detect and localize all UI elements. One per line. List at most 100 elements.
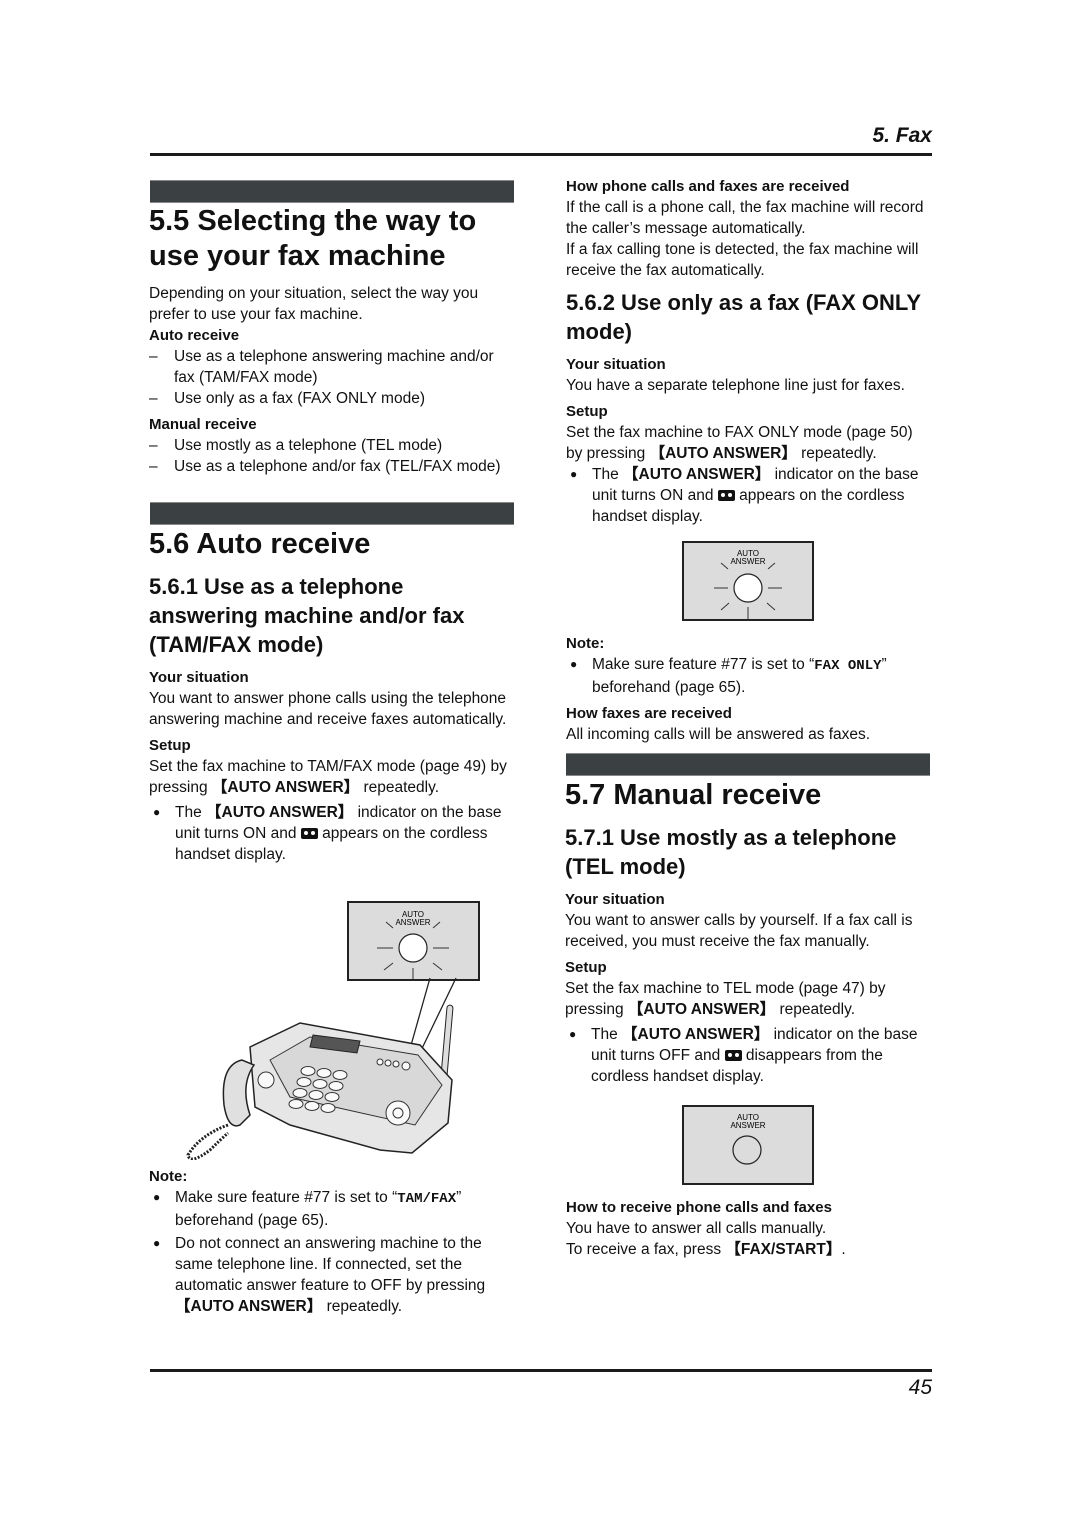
auto-receive-label: Auto receive bbox=[149, 327, 240, 344]
text: The bbox=[592, 466, 624, 483]
panel-label: ANSWER bbox=[730, 1121, 765, 1130]
title-line: 5.5 Selecting the way to bbox=[149, 205, 477, 237]
indicator-light-icon bbox=[732, 1135, 762, 1165]
section-5-7: 5.7 Manual receive 5.7.1 Use mostly as a… bbox=[565, 778, 931, 1087]
text: The bbox=[591, 1026, 623, 1043]
how-calls-text: If a fax calling tone is detected, the f… bbox=[566, 241, 919, 279]
panel-label: ANSWER bbox=[730, 557, 765, 566]
text: repeatedly. bbox=[796, 445, 877, 462]
auto-answer-panel-on: AUTO ANSWER bbox=[347, 901, 480, 981]
key-fax-start: 【FAX/START】 bbox=[725, 1241, 842, 1258]
setup-label: Setup bbox=[566, 403, 608, 420]
bullet-text: The 【AUTO ANSWER】 indicator on the base … bbox=[592, 464, 932, 527]
list-item: – Use only as a fax (FAX ONLY mode) bbox=[149, 390, 425, 407]
section-title: 5.6 Auto receive bbox=[149, 528, 371, 560]
key-auto-answer: 【AUTO ANSWER】 bbox=[649, 445, 797, 462]
section-bar bbox=[150, 180, 514, 203]
text: . bbox=[841, 1241, 846, 1258]
feature-value: TAM/FAX bbox=[397, 1191, 457, 1207]
key-auto-answer: 【AUTO ANSWER】 bbox=[622, 1026, 770, 1043]
text: Make sure feature #77 is set to “ bbox=[592, 656, 815, 673]
answering-machine-icon bbox=[724, 1050, 742, 1061]
situation-label: Your situation bbox=[566, 356, 666, 373]
section-title: 5.5 Selecting the way to use your fax ma… bbox=[149, 204, 515, 274]
list-item: – Use mostly as a telephone (TEL mode) bbox=[149, 437, 443, 454]
auto-answer-panel-off: AUTO ANSWER bbox=[682, 1105, 814, 1185]
footer-rule bbox=[150, 1369, 932, 1372]
list-item: – Use as a telephone and/or fax (TEL/FAX … bbox=[149, 458, 501, 475]
section-5-6-2: 5.6.2 Use only as a fax (FAX ONLY mode) … bbox=[566, 288, 932, 527]
key-auto-answer: 【AUTO ANSWER】 bbox=[206, 804, 354, 821]
how-calls-received: How phone calls and faxes are received I… bbox=[566, 176, 932, 281]
note-label: Note: bbox=[149, 1168, 188, 1185]
bullet-item: ● Make sure feature #77 is set to “TAM/FA… bbox=[149, 1187, 515, 1231]
bullet-text: Make sure feature #77 is set to “TAM/FAX… bbox=[175, 1187, 515, 1231]
section-bar bbox=[150, 502, 514, 525]
bullet-item: ● The 【AUTO ANSWER】 indicator on the base… bbox=[149, 802, 515, 865]
text: repeatedly. bbox=[775, 1001, 856, 1018]
list-item-text: Use only as a fax (FAX ONLY mode) bbox=[174, 390, 425, 407]
setup-text: Set the fax machine to TAM/FAX mode (pag… bbox=[149, 756, 515, 798]
bullet-item: ● The 【AUTO ANSWER】 indicator on the base… bbox=[565, 1024, 931, 1087]
text: repeatedly. bbox=[322, 1298, 403, 1315]
text: Do not connect an answering machine to t… bbox=[175, 1235, 486, 1294]
key-auto-answer: 【AUTO ANSWER】 bbox=[211, 779, 360, 796]
how-to-receive-text: You have to answer all calls manually. bbox=[566, 1220, 827, 1237]
situation-label: Your situation bbox=[149, 669, 249, 686]
note-block-tam-fax: Note: ● Make sure feature #77 is set to “… bbox=[149, 1166, 515, 1317]
section-5-5: 5.5 Selecting the way to use your fax ma… bbox=[149, 204, 515, 477]
how-faxes-label: How faxes are received bbox=[566, 705, 732, 722]
answering-machine-icon bbox=[717, 490, 735, 501]
subsection-title: 5.6.2 Use only as a fax (FAX ONLY mode) bbox=[566, 290, 921, 344]
list-item: – Use as a telephone answering machine an… bbox=[149, 346, 515, 388]
manual-receive-label: Manual receive bbox=[149, 416, 257, 433]
setup-text: Set the fax machine to FAX ONLY mode (pa… bbox=[566, 422, 932, 464]
how-calls-text: If the call is a phone call, the fax mac… bbox=[566, 199, 924, 237]
fax-machine-illustration bbox=[186, 977, 457, 1160]
bullet-text: The 【AUTO ANSWER】 indicator on the base … bbox=[591, 1024, 931, 1087]
section-title: 5.7 Manual receive bbox=[565, 779, 822, 811]
indicator-light-icon bbox=[733, 573, 763, 603]
list-item-text: Use mostly as a telephone (TEL mode) bbox=[174, 437, 443, 454]
panel-label: ANSWER bbox=[395, 918, 430, 927]
chapter-header: 5. Fax bbox=[872, 124, 932, 147]
intro-text: Depending on your situation, select the … bbox=[149, 285, 479, 323]
bullet-text: Do not connect an answering machine to t… bbox=[175, 1233, 515, 1317]
setup-label: Setup bbox=[565, 959, 607, 976]
bullet-item: ● Do not connect an answering machine to … bbox=[149, 1233, 515, 1317]
indicator-light-icon bbox=[398, 933, 428, 963]
key-auto-answer: 【AUTO ANSWER】 bbox=[175, 1298, 323, 1315]
header-rule bbox=[150, 153, 932, 156]
note-label: Note: bbox=[566, 635, 605, 652]
list-item-text: Use as a telephone answering machine and… bbox=[174, 348, 494, 386]
feature-value: FAX ONLY bbox=[814, 658, 882, 674]
bullet-item: ● Make sure feature #77 is set to “FAX ON… bbox=[566, 654, 932, 698]
key-auto-answer: 【AUTO ANSWER】 bbox=[627, 1001, 776, 1018]
how-faxes-text: All incoming calls will be answered as f… bbox=[566, 726, 871, 743]
subsection-title: 5.7.1 Use mostly as a telephone (TEL mod… bbox=[565, 825, 897, 879]
note-block-fax-only: Note: ● Make sure feature #77 is set to “… bbox=[566, 633, 932, 745]
situation-text: You have a separate telephone line just … bbox=[566, 377, 905, 394]
situation-text: You want to answer phone calls using the… bbox=[149, 690, 507, 728]
auto-answer-panel-on: AUTO ANSWER bbox=[682, 541, 814, 621]
how-to-receive-text: To receive a fax, press 【FAX/START】. bbox=[566, 1239, 932, 1260]
how-calls-label: How phone calls and faxes are received bbox=[566, 178, 850, 195]
text: The bbox=[175, 804, 207, 821]
bullet-text: The 【AUTO ANSWER】 indicator on the base … bbox=[175, 802, 515, 865]
situation-text: You want to answer calls by yourself. If… bbox=[565, 912, 913, 950]
situation-label: Your situation bbox=[565, 891, 665, 908]
list-item-text: Use as a telephone and/or fax (TEL/FAX m… bbox=[174, 458, 501, 475]
how-to-receive-label: How to receive phone calls and faxes bbox=[566, 1199, 832, 1216]
key-auto-answer: 【AUTO ANSWER】 bbox=[623, 466, 771, 483]
title-line: use your fax machine bbox=[149, 240, 446, 272]
text: repeatedly. bbox=[359, 779, 440, 796]
how-to-receive: How to receive phone calls and faxes You… bbox=[566, 1197, 932, 1260]
section-bar bbox=[566, 753, 930, 776]
text: Make sure feature #77 is set to “ bbox=[175, 1189, 398, 1206]
section-5-6: 5.6 Auto receive 5.6.1 Use as a telephon… bbox=[149, 527, 515, 865]
bullet-item: ● The 【AUTO ANSWER】 indicator on the base… bbox=[566, 464, 932, 527]
setup-label: Setup bbox=[149, 737, 191, 754]
bullet-text: Make sure feature #77 is set to “FAX ONL… bbox=[592, 654, 932, 698]
answering-machine-icon bbox=[300, 828, 318, 839]
page-number: 45 bbox=[908, 1376, 932, 1399]
